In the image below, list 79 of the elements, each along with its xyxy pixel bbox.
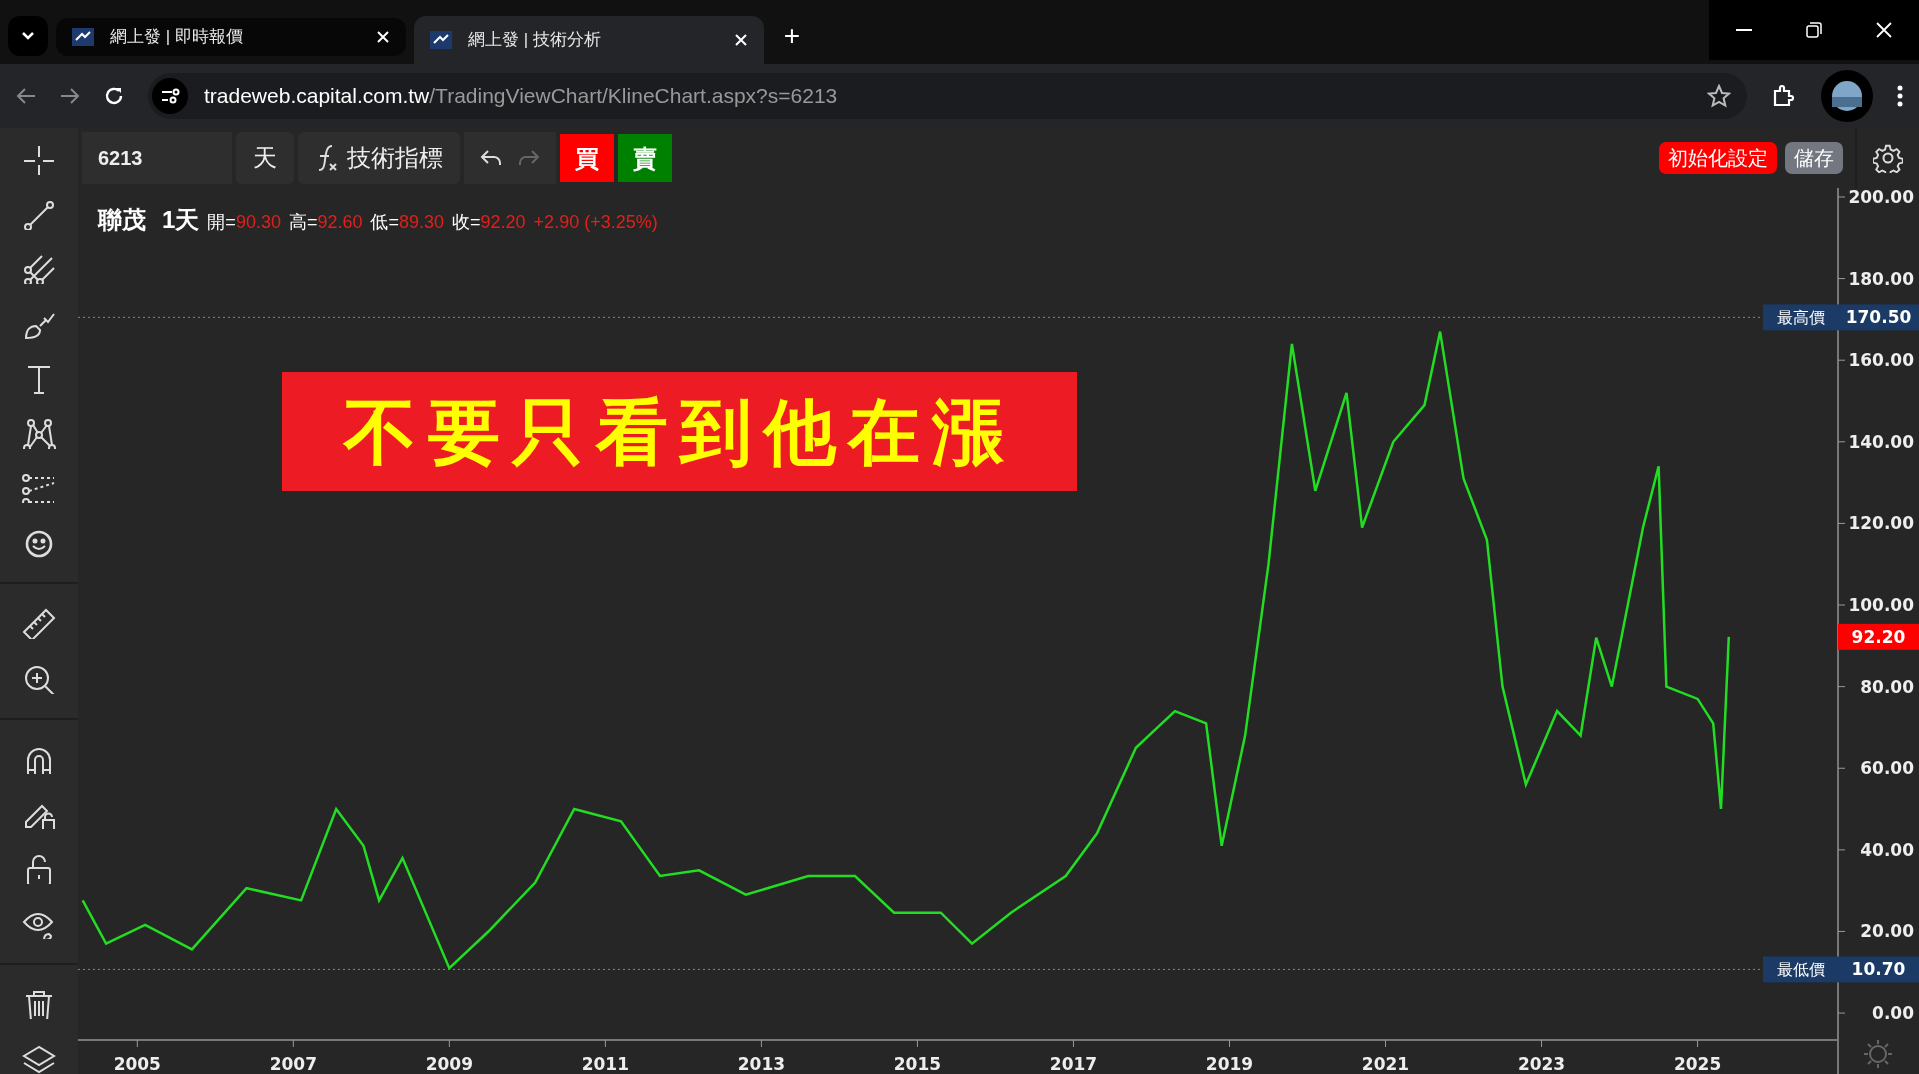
- chevron-down-icon: [21, 31, 35, 41]
- crosshair-icon[interactable]: [22, 144, 56, 175]
- year-tick-label: 2009: [425, 1054, 473, 1074]
- ohlc-value: 低=89.30: [370, 211, 445, 234]
- price-tick-label: 120.00: [1848, 513, 1914, 534]
- price-tick-label: 180.00: [1848, 268, 1914, 289]
- save-button[interactable]: 儲存: [1785, 142, 1843, 174]
- price-tick-label: 140.00: [1848, 431, 1914, 452]
- interval-button[interactable]: 天: [236, 132, 294, 184]
- url-text: tradeweb.capital.com.tw/TradingViewChart/KlineChart.aspx?s=6213: [204, 83, 838, 110]
- site-logo-icon: [430, 31, 452, 49]
- ohlc-value: 高=92.60: [288, 211, 363, 234]
- extensions-icon[interactable]: [1771, 83, 1797, 109]
- year-tick-label: 2017: [1049, 1054, 1098, 1074]
- settings-icon[interactable]: [1873, 143, 1903, 173]
- price-level-tag: 最高價: [1763, 304, 1838, 331]
- buy-button[interactable]: 買: [560, 134, 614, 182]
- ruler-icon[interactable]: [22, 608, 56, 639]
- site-info-icon[interactable]: [152, 78, 188, 114]
- undo-icon[interactable]: [480, 149, 502, 167]
- browser-tab[interactable]: 網上發 | 技術分析: [414, 16, 764, 64]
- bookmark-star-icon[interactable]: [1707, 84, 1731, 108]
- tab-title: 網上發 | 即時報價: [110, 26, 244, 49]
- redo-icon[interactable]: [518, 149, 540, 167]
- sun-icon: [1863, 1039, 1893, 1069]
- restore-icon: [1806, 22, 1822, 38]
- ohlc-value: 收=92.20: [452, 211, 526, 234]
- menu-icon[interactable]: [1897, 85, 1903, 107]
- last-price-tag: 92.20: [1838, 623, 1919, 650]
- forward-icon[interactable]: [60, 87, 80, 105]
- price-value-tag: 10.70: [1838, 956, 1919, 983]
- ref-line-label: 最低價: [1776, 960, 1825, 980]
- price-tick-label: 100.00: [1848, 595, 1914, 615]
- interval-label: 1天: [162, 205, 200, 235]
- year-tick-label: 2011: [581, 1054, 630, 1074]
- year-tick-label: 2007: [269, 1054, 317, 1074]
- caption-banner: 不要只看到他在漲: [282, 372, 1077, 491]
- minimize-icon: [1736, 29, 1752, 31]
- price-tick-label: 0.00: [1872, 1003, 1914, 1024]
- site-logo-icon: [72, 28, 94, 46]
- tab-search-button[interactable]: [8, 16, 48, 56]
- pattern-icon[interactable]: [22, 417, 56, 449]
- price-tick-label: 60.00: [1860, 758, 1914, 779]
- price-tick-label: 40.00: [1860, 839, 1914, 860]
- close-icon: [1876, 22, 1892, 38]
- close-tab-icon[interactable]: [376, 30, 390, 44]
- price-level-tag: 最低價: [1763, 956, 1838, 983]
- price-value-tag: 170.50: [1838, 304, 1919, 331]
- year-tick-label: 2019: [1205, 1054, 1254, 1074]
- year-tick-label: 2013: [737, 1054, 786, 1074]
- price-change: +2.90 (+3.25%): [533, 211, 658, 234]
- ohlc-value: 開=90.30: [207, 211, 281, 234]
- reload-icon[interactable]: [104, 86, 124, 106]
- sell-button[interactable]: 賣: [618, 134, 672, 182]
- layers-icon[interactable]: [22, 1043, 56, 1074]
- profile-avatar-icon[interactable]: [1821, 70, 1873, 122]
- year-tick-label: 2025: [1673, 1054, 1722, 1074]
- price-tick-label: 80.00: [1860, 676, 1914, 697]
- line-tool-icon[interactable]: [22, 198, 56, 230]
- pitchfork-icon[interactable]: [22, 253, 56, 285]
- price-tick-label: 20.00: [1860, 921, 1914, 942]
- indicators-button[interactable]: 技術指標: [298, 132, 460, 184]
- address-bar[interactable]: tradeweb.capital.com.tw/TradingViewChart/KlineChart.aspx?s=6213: [148, 73, 1747, 119]
- year-tick-label: 2023: [1517, 1054, 1566, 1074]
- year-tick-label: 2015: [893, 1054, 942, 1074]
- ref-line-label: 最高價: [1776, 308, 1825, 328]
- fib-lines-icon[interactable]: [22, 472, 56, 504]
- year-tick-label: 2021: [1361, 1054, 1410, 1074]
- new-tab-button[interactable]: +: [772, 16, 812, 56]
- tab-title: 網上發 | 技術分析: [468, 29, 602, 52]
- symbol-field[interactable]: 6213: [82, 132, 232, 184]
- year-tick-label: 2005: [113, 1054, 161, 1074]
- back-icon[interactable]: [16, 87, 36, 105]
- stock-name: 聯茂: [98, 205, 146, 235]
- price-tick-label: 160.00: [1848, 350, 1914, 371]
- browser-tab[interactable]: 網上發 | 即時報價: [56, 18, 406, 56]
- close-tab-icon[interactable]: [734, 33, 748, 47]
- price-tick-label: 200.00: [1848, 188, 1914, 207]
- reset-settings-button[interactable]: 初始化設定: [1659, 142, 1777, 174]
